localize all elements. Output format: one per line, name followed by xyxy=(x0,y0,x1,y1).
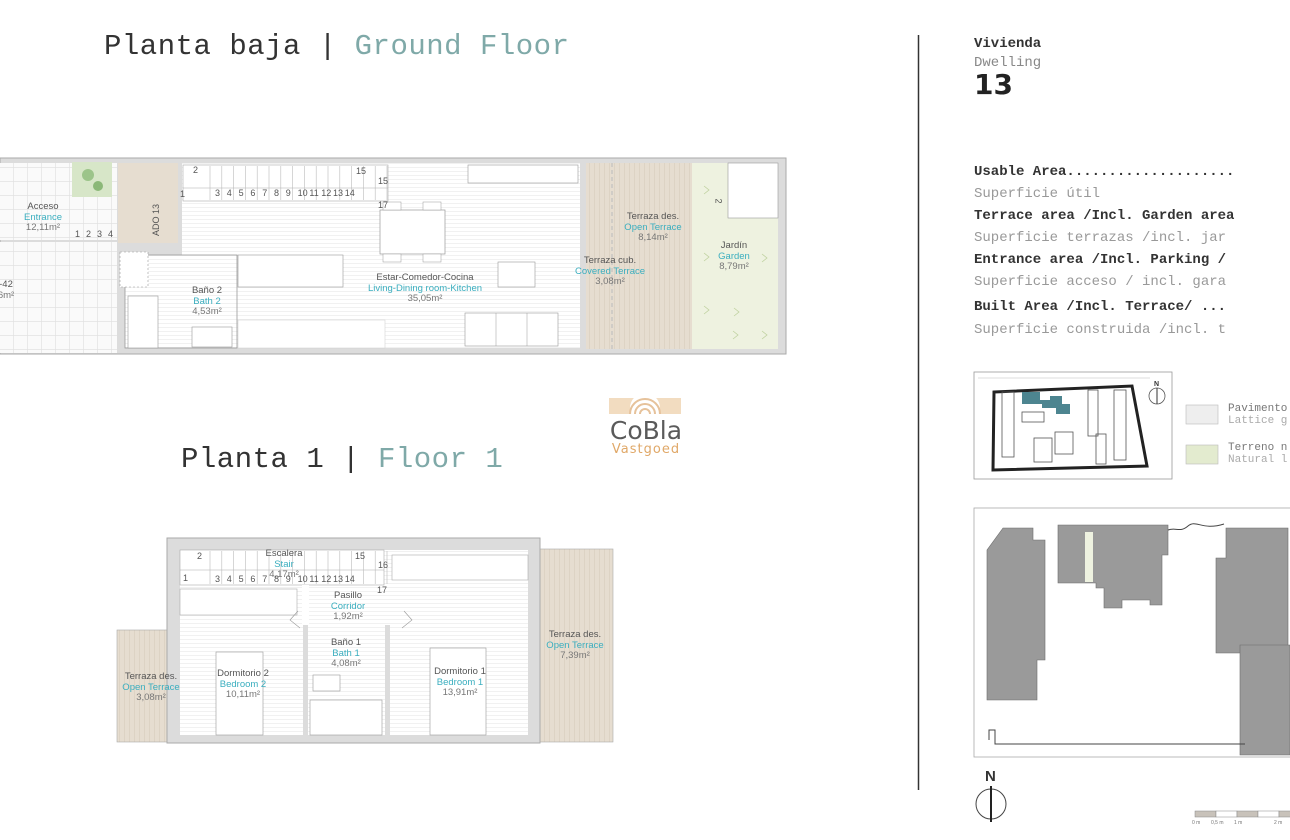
step-number: 17 xyxy=(378,200,389,210)
step-number: 7 xyxy=(262,574,268,584)
step-number: 3 xyxy=(97,229,103,239)
floor-1-plan xyxy=(116,537,614,744)
step-number: 6 xyxy=(250,574,256,584)
step-number: 1 xyxy=(180,189,186,199)
step-number: 4 xyxy=(108,229,114,239)
room-label-terrace-right: Terraza des. Open Terrace 7,39m² xyxy=(546,629,604,661)
room-label-garden: Jardín Garden 8,79m² xyxy=(718,240,750,272)
ground-floor-plan xyxy=(0,157,787,355)
dwelling-label-es: Vivienda xyxy=(974,36,1042,52)
room-label-bedroom-1: Dormitorio 1 Bedroom 1 13,91m² xyxy=(434,666,486,698)
wardrobe xyxy=(391,554,529,581)
step-number: 9 xyxy=(285,188,291,198)
title-es: Planta baja xyxy=(104,30,301,63)
step-number: 2 xyxy=(86,229,92,239)
dining-table xyxy=(379,209,446,255)
usable-area-label: Usable Area.................... xyxy=(974,164,1235,180)
ground-floor-title: Planta baja | Ground Floor xyxy=(104,30,570,63)
title-separator: | xyxy=(318,30,337,63)
logo-subtext: Vastgoed xyxy=(611,442,681,457)
title-separator: | xyxy=(342,443,361,476)
dwelling-number: 13 xyxy=(974,68,1013,101)
step-number: 10 xyxy=(297,574,308,584)
cobla-logo: CoBla Vastgoed xyxy=(604,390,688,456)
step-number: 7 xyxy=(262,188,268,198)
room-label-entrance: Acceso Entrance 12,11m² xyxy=(23,201,63,233)
door-label: ADO 13 xyxy=(151,203,162,237)
title-es: Planta 1 xyxy=(181,443,325,476)
step-number: 6 xyxy=(250,188,256,198)
step-number: 14 xyxy=(344,188,355,198)
scale-label: 2 m xyxy=(1274,820,1283,826)
room-label-living: Estar-Comedor-Cocina Living-Dining room-K… xyxy=(367,272,483,304)
step-number: 16 xyxy=(378,560,389,570)
room-label-open-terrace: Terraza des. Open Terrace 8,14m² xyxy=(624,211,682,243)
step-number: 2 xyxy=(193,165,199,175)
north-arrow-icon xyxy=(975,786,1007,822)
scale-label: 0,5 m xyxy=(1211,820,1224,826)
floor-1-title: Planta 1 | Floor 1 xyxy=(181,443,503,476)
step-number: 13 xyxy=(333,574,344,584)
step-number: 3 xyxy=(215,188,221,198)
logo-text: CoBla xyxy=(609,416,683,445)
step-number: 12 xyxy=(321,574,332,584)
terrace-area-label: Terrace area /Incl. Garden area xyxy=(974,208,1235,224)
step-number: 15 xyxy=(378,176,389,186)
scale-label: 1 m xyxy=(1234,820,1243,826)
entrance-area-label: Entrance area /Incl. Parking / xyxy=(974,252,1227,268)
legend-swatch-paving xyxy=(1185,404,1219,425)
site-plan xyxy=(973,507,1290,758)
planter xyxy=(72,162,112,197)
north-arrow-label: N xyxy=(985,768,996,785)
step-number: 8 xyxy=(274,188,280,198)
north-label: N xyxy=(1154,381,1159,388)
step-number: 11 xyxy=(309,188,319,198)
legend-natural-ground: Terreno n Natural l xyxy=(1228,442,1288,466)
room-label-bedroom-2: Dormitorio 2 Bedroom 2 10,11m² xyxy=(217,668,269,700)
step-number: 10 xyxy=(297,188,308,198)
wardrobe xyxy=(179,588,298,616)
step-number: 8 xyxy=(274,574,280,584)
built-area-label: Built Area /Incl. Terrace/ ... xyxy=(974,299,1227,315)
step-number: 12 xyxy=(321,188,332,198)
step-number: 14 xyxy=(344,574,355,584)
step-number: 15 xyxy=(356,166,367,176)
room-label-terrace-left: Terraza des. Open Terrace 3,08m² xyxy=(122,671,180,703)
entrance-area-label-es: Superficie acceso / incl. gara xyxy=(974,274,1227,290)
room-label-bath-2: Baño 2 Bath 2 4,53m² xyxy=(191,285,223,317)
scale-bar xyxy=(1194,810,1290,818)
step-number: 1 xyxy=(75,229,81,239)
garden-step-number: 2 xyxy=(713,198,724,204)
entry-deck xyxy=(118,163,178,243)
site-key-plan: N xyxy=(973,371,1219,480)
room-label-partial: -42 6m² xyxy=(0,279,15,301)
title-en: Floor 1 xyxy=(377,443,504,476)
room-label-bath-1: Baño 1 Bath 1 4,08m² xyxy=(330,637,362,669)
step-number: 5 xyxy=(238,188,244,198)
step-number: 4 xyxy=(226,574,232,584)
step-number: 17 xyxy=(377,585,388,595)
terrace-area-label-es: Superficie terrazas /incl. jar xyxy=(974,230,1227,246)
scale-label: 0 m xyxy=(1192,820,1201,826)
step-number: 3 xyxy=(215,574,221,584)
legend-swatch-natural xyxy=(1185,444,1219,465)
step-number: 13 xyxy=(333,188,344,198)
built-area-label-es: Superficie construida /incl. t xyxy=(974,322,1227,338)
step-number: 11 xyxy=(309,574,319,584)
step-number: 5 xyxy=(238,574,244,584)
kitchen-counter xyxy=(237,254,344,288)
legend-paving: Pavimento Lattice g xyxy=(1228,403,1288,427)
room-label-covered-terrace: Terraza cub. Covered Terrace 3,08m² xyxy=(574,255,646,287)
step-number: 1 xyxy=(183,573,189,583)
step-number: 4 xyxy=(226,188,232,198)
title-en: Ground Floor xyxy=(354,30,570,63)
step-number: 2 xyxy=(197,551,203,561)
room-label-corridor: Pasillo Corridor 1,92m² xyxy=(330,590,366,622)
usable-area-label-es: Superficie útil xyxy=(974,186,1101,202)
step-number: 15 xyxy=(355,551,366,561)
step-number: 9 xyxy=(285,574,291,584)
sofa xyxy=(464,312,559,347)
